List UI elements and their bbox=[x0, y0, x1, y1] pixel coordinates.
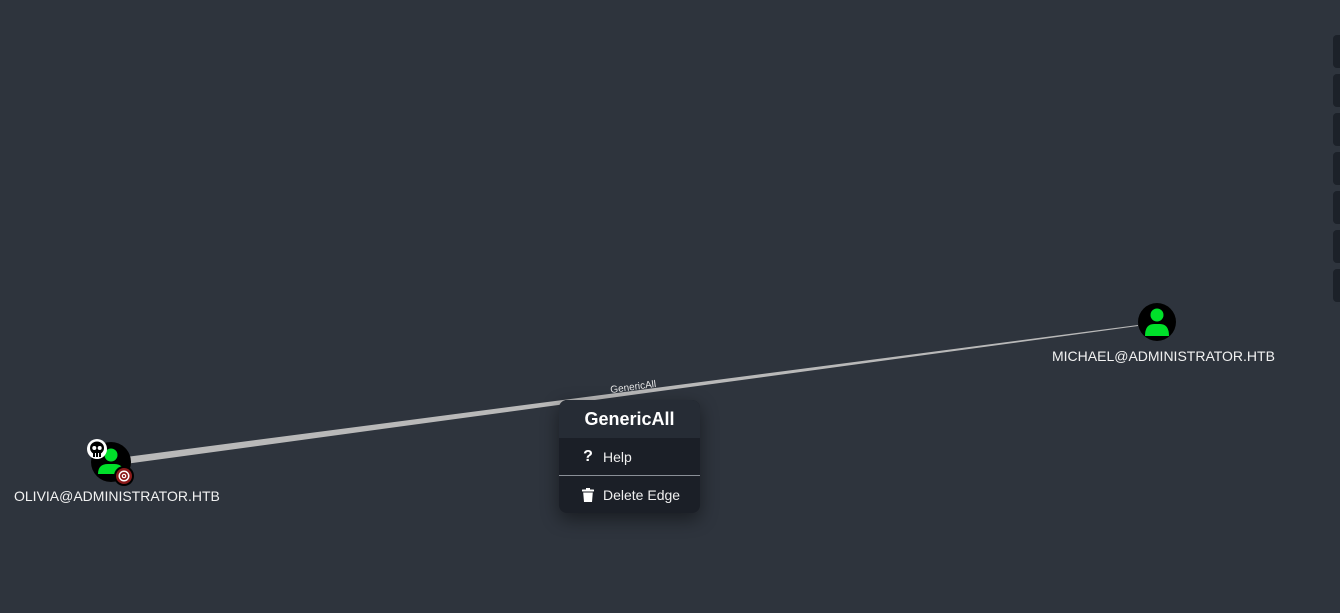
side-toolbar-button[interactable] bbox=[1333, 74, 1340, 107]
node-label-michael: MICHAEL@ADMINISTRATOR.HTB bbox=[1052, 348, 1275, 364]
edge-context-menu: GenericAll ? Help Delete Edge bbox=[559, 400, 700, 513]
side-toolbar-button[interactable] bbox=[1333, 230, 1340, 263]
graph-canvas[interactable]: GenericAll OLIVIA@ADMINISTRATOR.HTB MICH… bbox=[0, 0, 1340, 613]
graph-svg: GenericAll bbox=[87, 303, 1176, 486]
delete-edge-menu-item[interactable]: Delete Edge bbox=[559, 476, 700, 513]
side-toolbar-button[interactable] bbox=[1333, 191, 1340, 224]
help-menu-item[interactable]: ? Help bbox=[559, 438, 700, 475]
side-toolbar-button[interactable] bbox=[1333, 113, 1340, 146]
question-icon: ? bbox=[583, 447, 593, 465]
side-toolbar-button[interactable] bbox=[1333, 152, 1340, 185]
trash-icon bbox=[581, 487, 595, 502]
node-michael[interactable] bbox=[1138, 303, 1176, 341]
target-icon bbox=[114, 466, 134, 486]
skull-icon bbox=[87, 439, 107, 459]
delete-edge-label: Delete Edge bbox=[603, 486, 681, 503]
node-label-olivia: OLIVIA@ADMINISTRATOR.HTB bbox=[14, 488, 220, 504]
side-toolbar-button[interactable] bbox=[1333, 35, 1340, 68]
help-label: Help bbox=[603, 448, 632, 465]
context-menu-title: GenericAll bbox=[559, 400, 700, 438]
side-toolbar-button[interactable] bbox=[1333, 269, 1340, 302]
